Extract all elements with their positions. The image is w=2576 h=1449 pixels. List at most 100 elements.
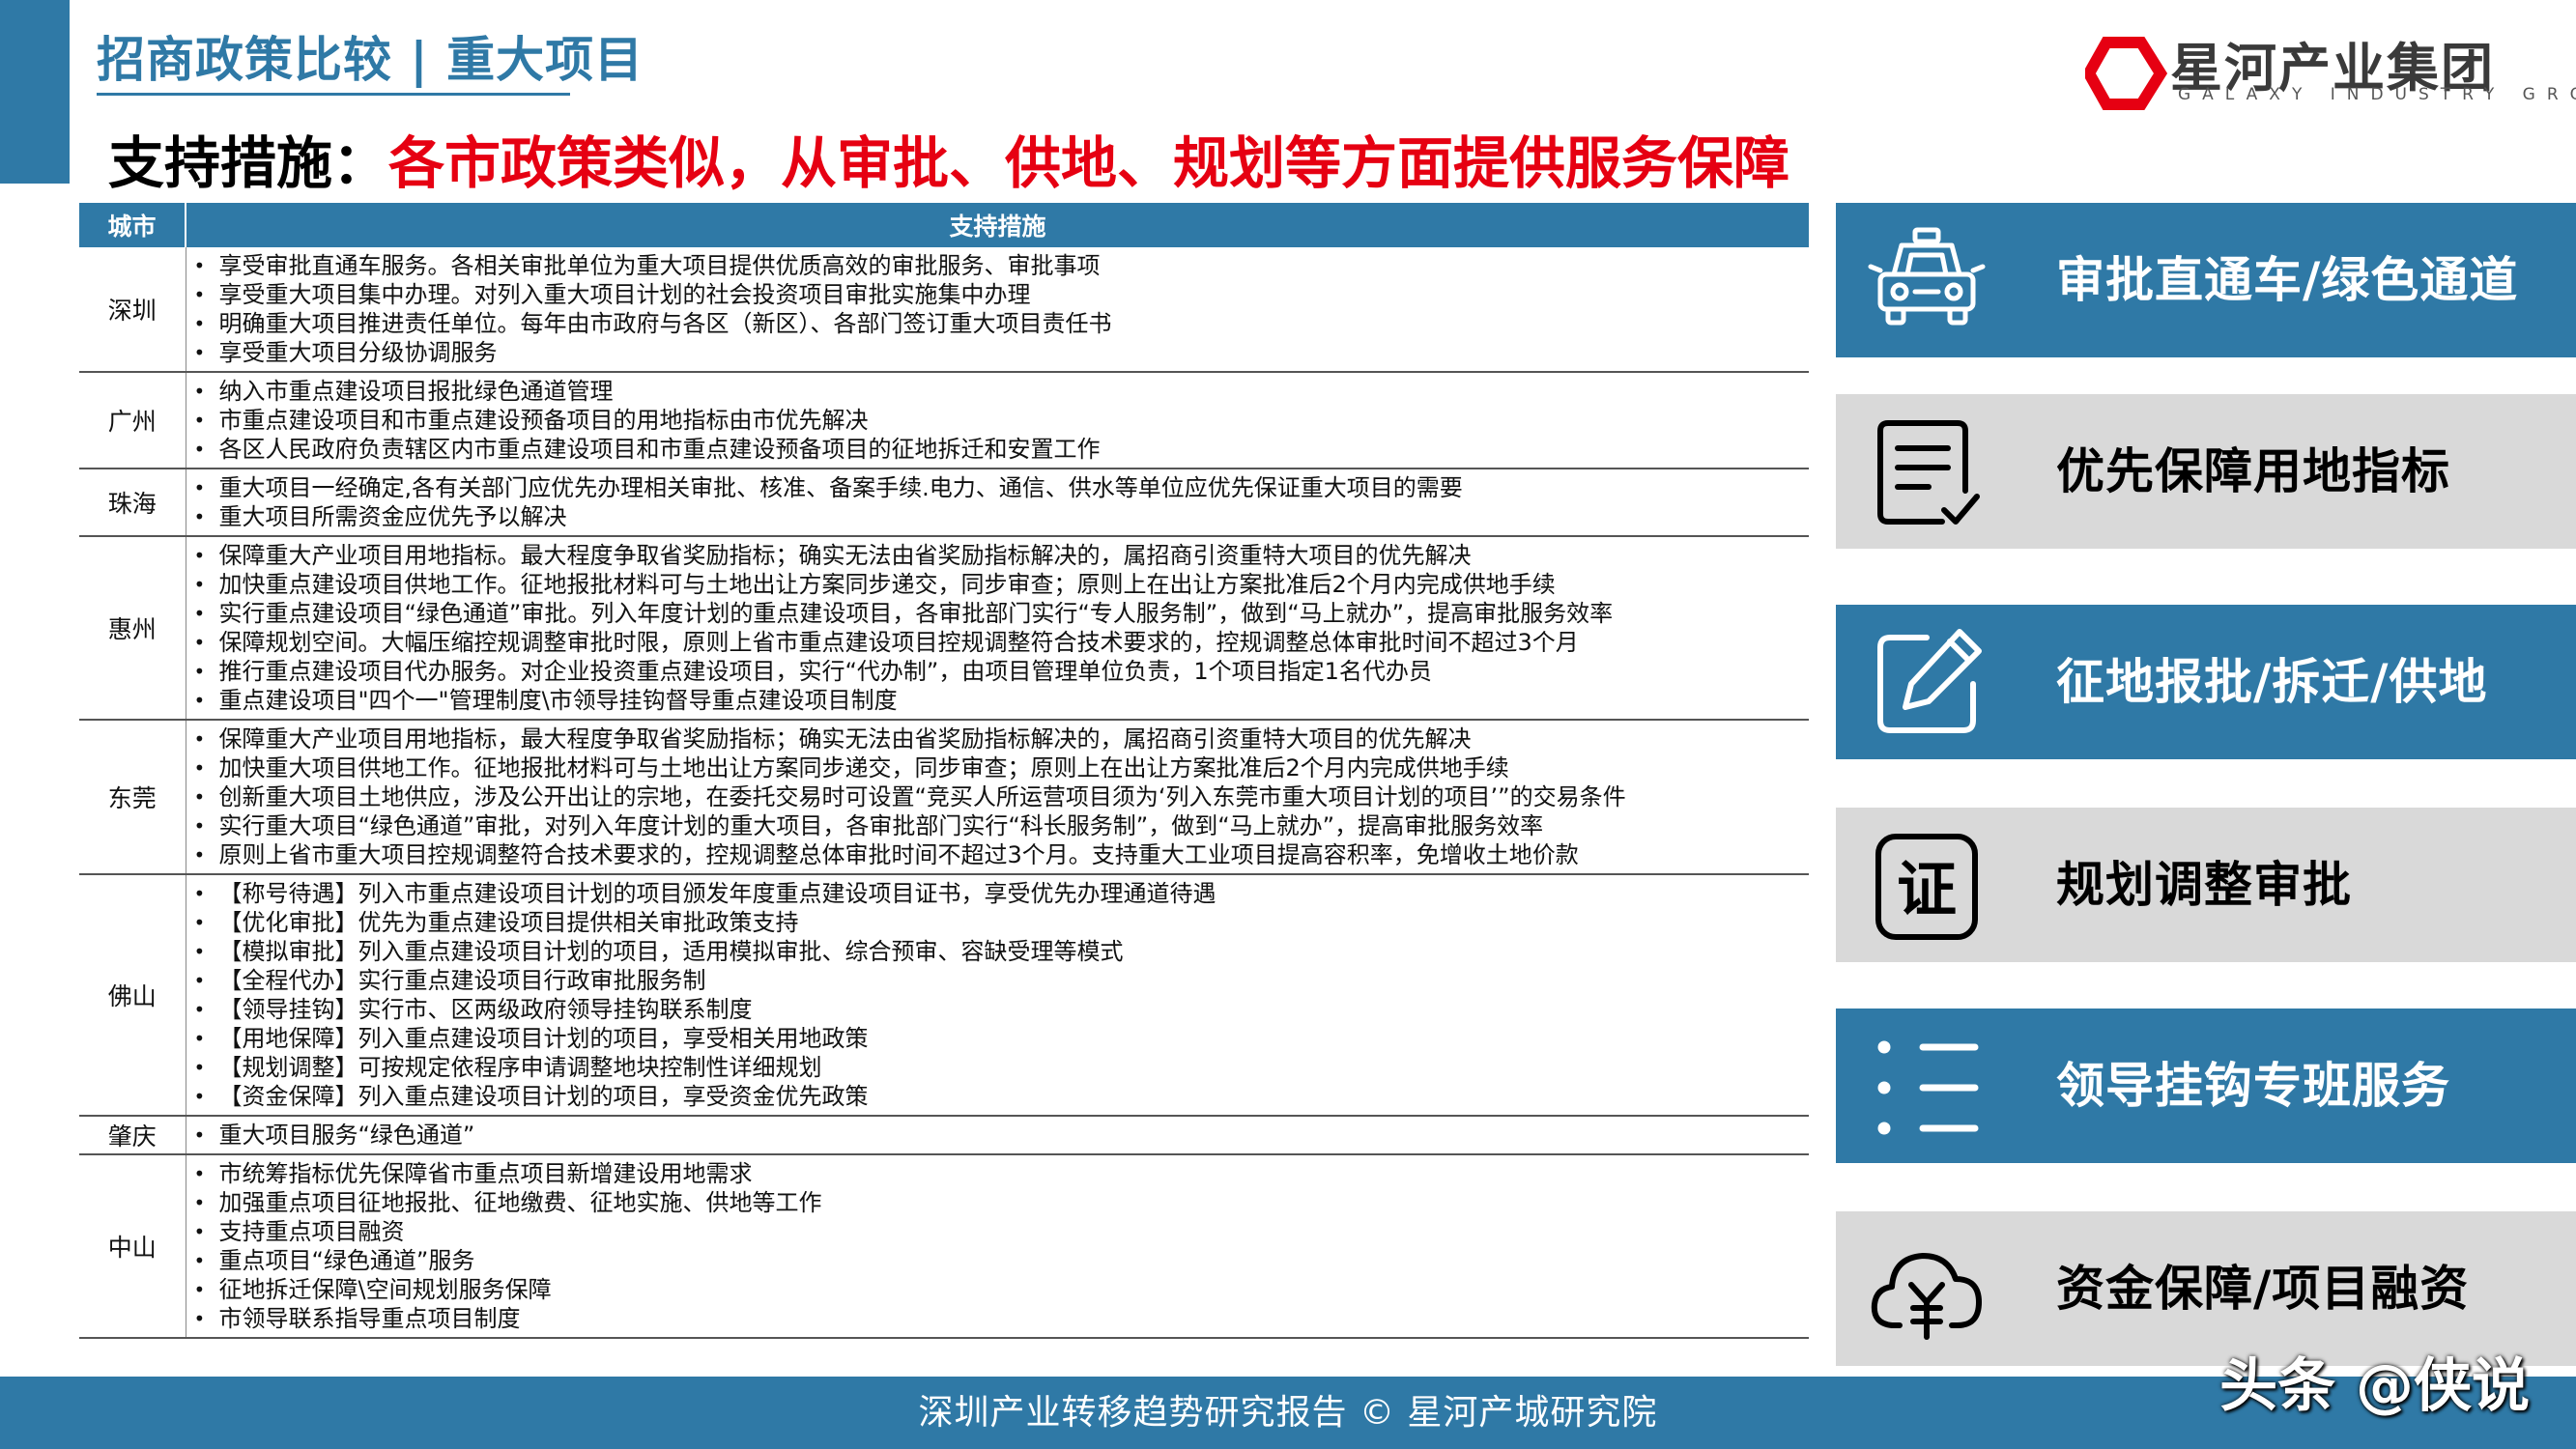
list-item: 【称号待遇】列入市重点建设项目计划的项目颁发年度重点建设项目证书，享受优先办理通…	[194, 879, 1810, 908]
header-measures: 支持措施	[186, 203, 1809, 247]
headline-highlight: 各市政策类似，从审批、供地、规划等方面提供服务保障	[388, 130, 1790, 196]
feature-land-requisition: 征地报批/拆迁/供地	[1836, 605, 2576, 759]
list-item: 【领导挂钩】实行市、区两级政府领导挂钩联系制度	[194, 995, 1810, 1024]
feature-approval: 审批直通车/绿色通道	[1836, 203, 2576, 357]
measures-cell: 市统筹指标优先保障省市重点项目新增建设用地需求加强重点项目征地报批、征地缴费、征…	[186, 1154, 1810, 1339]
watermark: 头条 @侠说	[2219, 1352, 2530, 1420]
list-item: 【资金保障】列入重点建设项目计划的项目，享受资金优先政策	[194, 1082, 1810, 1111]
table-row: 肇庆重大项目服务“绿色通道”	[79, 1116, 1810, 1155]
company-logo: 星河产业集团 GALAXY INDUSTRY GROUP	[2085, 25, 2576, 112]
feature-planning: 证 规划调整审批	[1836, 808, 2576, 962]
measures-list: 【称号待遇】列入市重点建设项目计划的项目颁发年度重点建设项目证书，享受优先办理通…	[194, 879, 1810, 1111]
headline-prefix: 支持措施：	[108, 130, 389, 196]
edit-pencil-icon	[1877, 629, 1982, 733]
measures-cell: 重大项目服务“绿色通道”	[186, 1116, 1810, 1155]
measures-list: 市统筹指标优先保障省市重点项目新增建设用地需求加强重点项目征地报批、征地缴费、征…	[194, 1159, 1810, 1333]
header-city: 城市	[79, 203, 186, 247]
measures-list: 享受审批直通车服务。各相关审批单位为重大项目提供优质高效的审批服务、审批事项享受…	[194, 251, 1810, 367]
table-row: 东莞保障重大产业项目用地指标，最大程度争取省奖励指标；确实无法由省奖励指标解决的…	[79, 720, 1810, 875]
svg-text:证: 证	[1897, 854, 1957, 924]
list-item: 推行重点建设项目代办服务。对企业投资重点建设项目，实行“代办制”，由项目管理单位…	[194, 657, 1810, 686]
list-item: 重大项目服务“绿色通道”	[194, 1121, 1810, 1150]
list-item: 明确重大项目推进责任单位。每年由市政府与各区（新区）、各部门签订重大项目责任书	[194, 309, 1810, 338]
list-item: 创新重大项目土地供应，涉及公开出让的宗地，在委托交易时可设置“竞买人所运营项目须…	[194, 782, 1810, 811]
city-cell: 惠州	[79, 536, 186, 721]
feature-label: 征地报批/拆迁/供地	[2056, 654, 2488, 710]
table-row: 中山市统筹指标优先保障省市重点项目新增建设用地需求加强重点项目征地报批、征地缴费…	[79, 1154, 1810, 1339]
measures-list: 纳入市重点建设项目报批绿色通道管理市重点建设项目和市重点建设预备项目的用地指标由…	[194, 377, 1810, 464]
list-item: 保障重大产业项目用地指标，最大程度争取省奖励指标；确实无法由省奖励指标解决的，属…	[194, 724, 1810, 753]
city-cell: 东莞	[79, 720, 186, 875]
list-item: 重大项目一经确定,各有关部门应优先办理相关审批、核准、备案手续.电力、通信、供水…	[194, 473, 1810, 502]
table-row: 惠州保障重大产业项目用地指标。最大程度争取省奖励指标；确实无法由省奖励指标解决的…	[79, 536, 1810, 721]
list-item: 市统筹指标优先保障省市重点项目新增建设用地需求	[194, 1159, 1810, 1188]
list-item: 征地拆迁保障\空间规划服务保障	[194, 1275, 1810, 1304]
list-item: 各区人民政府负责辖区内市重点建设项目和市重点建设预备项目的征地拆迁和安置工作	[194, 435, 1810, 464]
list-item: 【模拟审批】列入重点建设项目计划的项目，适用模拟审批、综合预审、容缺受理等模式	[194, 937, 1810, 966]
headline: 支持措施：各市政策类似，从审批、供地、规划等方面提供服务保障	[108, 118, 1789, 199]
policy-table: 城市 支持措施 深圳享受审批直通车服务。各相关审批单位为重大项目提供优质高效的审…	[79, 203, 1809, 1339]
list-item: 加快重大项目供地工作。征地报批材料可与土地出让方案同步递交，同步审查；原则上在出…	[194, 753, 1810, 782]
list-item: 【用地保障】列入重点建设项目计划的项目，享受相关用地政策	[194, 1024, 1810, 1053]
table-row: 佛山【称号待遇】列入市重点建设项目计划的项目颁发年度重点建设项目证书，享受优先办…	[79, 874, 1810, 1117]
list-item: 保障规划空间。大幅压缩控规调整审批时限，原则上省市重点建设项目控规调整符合技术要…	[194, 628, 1810, 657]
table-row: 珠海重大项目一经确定,各有关部门应优先办理相关审批、核准、备案手续.电力、通信、…	[79, 469, 1810, 537]
list-item: 原则上省市重大项目控规调整符合技术要求的，控规调整总体审批时间不超过3个月。支持…	[194, 840, 1810, 869]
hexagon-logo-icon	[2085, 37, 2168, 110]
table-body: 深圳享受审批直通车服务。各相关审批单位为重大项目提供优质高效的审批服务、审批事项…	[79, 247, 1810, 1339]
measures-cell: 重大项目一经确定,各有关部门应优先办理相关审批、核准、备案手续.电力、通信、供水…	[186, 469, 1810, 537]
list-item: 【规划调整】可按规定依程序申请调整地块控制性详细规划	[194, 1053, 1810, 1082]
city-cell: 中山	[79, 1154, 186, 1339]
measures-cell: 享受审批直通车服务。各相关审批单位为重大项目提供优质高效的审批服务、审批事项享受…	[186, 247, 1810, 373]
city-cell: 广州	[79, 372, 186, 469]
document-check-icon	[1877, 420, 1980, 525]
list-item: 享受审批直通车服务。各相关审批单位为重大项目提供优质高效的审批服务、审批事项	[194, 251, 1810, 280]
list-item: 享受重大项目分级协调服务	[194, 338, 1810, 367]
list-item: 享受重大项目集中办理。对列入重大项目计划的社会投资项目审批实施集中办理	[194, 280, 1810, 309]
footer-bar: 深圳产业转移趋势研究报告 © 星河产城研究院	[0, 1377, 2576, 1449]
title-underline	[97, 93, 570, 96]
list-icon	[1877, 1040, 1979, 1135]
measures-cell: 【称号待遇】列入市重点建设项目计划的项目颁发年度重点建设项目证书，享受优先办理通…	[186, 874, 1810, 1117]
city-cell: 珠海	[79, 469, 186, 537]
car-icon	[1868, 227, 1986, 326]
table-row: 深圳享受审批直通车服务。各相关审批单位为重大项目提供优质高效的审批服务、审批事项…	[79, 247, 1810, 373]
city-cell: 肇庆	[79, 1116, 186, 1155]
measures-list: 保障重大产业项目用地指标。最大程度争取省奖励指标；确实无法由省奖励指标解决的，属…	[194, 541, 1810, 715]
feature-land-quota: 优先保障用地指标	[1836, 394, 2576, 549]
list-item: 【优化审批】优先为重点建设项目提供相关审批政策支持	[194, 908, 1810, 937]
city-cell: 佛山	[79, 874, 186, 1117]
measures-cell: 保障重大产业项目用地指标。最大程度争取省奖励指标；确实无法由省奖励指标解决的，属…	[186, 536, 1810, 721]
section-title: 招商政策比较 | 重大项目	[97, 32, 644, 88]
footer-text: 深圳产业转移趋势研究报告 © 星河产城研究院	[918, 1393, 1658, 1433]
measures-cell: 保障重大产业项目用地指标，最大程度争取省奖励指标；确实无法由省奖励指标解决的，属…	[186, 720, 1810, 875]
cloud-yuan-icon	[1871, 1253, 1982, 1340]
table-row: 广州纳入市重点建设项目报批绿色通道管理市重点建设项目和市重点建设预备项目的用地指…	[79, 372, 1809, 469]
list-item: 【全程代办】实行重点建设项目行政审批服务制	[194, 966, 1810, 995]
city-cell: 深圳	[79, 247, 186, 373]
feature-label: 优先保障用地指标	[2056, 443, 2450, 499]
list-item: 保障重大产业项目用地指标。最大程度争取省奖励指标；确实无法由省奖励指标解决的，属…	[194, 541, 1810, 570]
table-header-row: 城市 支持措施	[79, 203, 1809, 247]
measures-cell: 纳入市重点建设项目报批绿色通道管理市重点建设项目和市重点建设预备项目的用地指标由…	[186, 372, 1809, 469]
list-item: 重大项目所需资金应优先予以解决	[194, 502, 1810, 531]
list-item: 加快重点建设项目供地工作。征地报批材料可与土地出让方案同步递交，同步审查；原则上…	[194, 570, 1810, 599]
list-item: 加强重点项目征地报批、征地缴费、征地实施、供地等工作	[194, 1188, 1810, 1217]
measures-list: 重大项目服务“绿色通道”	[194, 1121, 1810, 1150]
list-item: 市领导联系指导重点项目制度	[194, 1304, 1810, 1333]
list-item: 实行重点建设项目“绿色通道”审批。列入年度计划的重点建设项目，各审批部门实行“专…	[194, 599, 1810, 628]
feature-leadership: 领导挂钩专班服务	[1836, 1009, 2576, 1163]
list-item: 市重点建设项目和市重点建设预备项目的用地指标由市优先解决	[194, 406, 1810, 435]
list-item: 重点项目“绿色通道”服务	[194, 1246, 1810, 1275]
measures-list: 保障重大产业项目用地指标，最大程度争取省奖励指标；确实无法由省奖励指标解决的，属…	[194, 724, 1810, 869]
logo-subtitle: GALAXY INDUSTRY GROUP	[2178, 85, 2576, 104]
measures-list: 重大项目一经确定,各有关部门应优先办理相关审批、核准、备案手续.电力、通信、供水…	[194, 473, 1810, 531]
certificate-icon: 证	[1875, 834, 1978, 940]
list-item: 重点建设项目"四个一"管理制度\市领导挂钩督导重点建设项目制度	[194, 686, 1810, 715]
feature-label: 审批直通车/绿色通道	[2056, 252, 2519, 308]
feature-label: 规划调整审批	[2056, 857, 2352, 913]
accent-bar	[0, 0, 70, 184]
list-item: 实行重大项目“绿色通道”审批，对列入年度计划的重大项目，各审批部门实行“科长服务…	[194, 811, 1810, 840]
feature-label: 领导挂钩专班服务	[2056, 1058, 2450, 1114]
list-item: 纳入市重点建设项目报批绿色通道管理	[194, 377, 1810, 406]
